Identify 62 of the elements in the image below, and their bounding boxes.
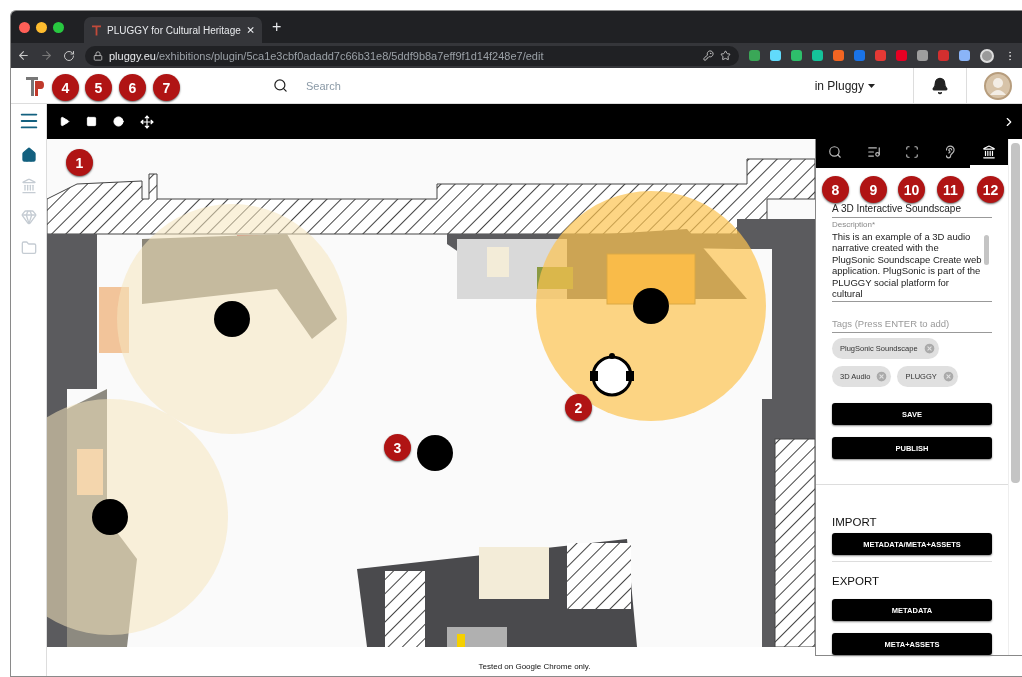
extension-icon[interactable] — [770, 50, 781, 61]
exhibit-table — [99, 287, 129, 354]
footer-note: Tested on Google Chrome only. — [477, 660, 592, 673]
browser-tab[interactable]: PLUGGY for Cultural Heritage — [84, 17, 262, 43]
section-heading: IMPORT — [832, 516, 878, 529]
description-field[interactable]: This is an example of a 3D audio narrative created with the PlugSonic Soundscape Create web application. PlugSonic is part of the PLUGGY social platform for cultural — [832, 230, 982, 300]
close-icon[interactable] — [246, 26, 254, 34]
extension-icon[interactable] — [812, 50, 823, 61]
forward-icon[interactable] — [40, 49, 53, 62]
extension-icon[interactable] — [917, 50, 928, 61]
stop-button[interactable] — [86, 116, 97, 128]
notifications-button[interactable] — [913, 67, 967, 104]
sound-source[interactable] — [214, 301, 250, 338]
sound-source[interactable] — [633, 288, 669, 325]
callout-badge: 9 — [860, 176, 887, 203]
site-logo-icon — [92, 24, 101, 36]
star-icon[interactable] — [720, 50, 731, 61]
field-label: Description* — [832, 219, 877, 229]
scrollbar[interactable] — [1011, 143, 1020, 484]
search-icon — [828, 145, 843, 160]
extension-icon[interactable] — [959, 50, 970, 61]
callout-badge: 8 — [822, 176, 849, 203]
museum-icon — [981, 145, 996, 160]
section-heading: EXPORT — [832, 575, 881, 588]
bell-icon — [931, 76, 949, 95]
ear-icon — [943, 145, 958, 160]
home-nav-item[interactable] — [20, 147, 37, 163]
extension-icon[interactable] — [854, 50, 865, 61]
key-icon[interactable] — [703, 50, 714, 61]
caret-icon — [868, 83, 875, 88]
playlist-icon — [866, 145, 881, 160]
scrollbar[interactable] — [984, 234, 989, 265]
frame-icon — [905, 145, 919, 160]
callout-badge: 12 — [977, 176, 1004, 203]
extension-icon[interactable] — [896, 50, 907, 61]
reload-icon[interactable] — [63, 49, 75, 62]
search-icon[interactable] — [273, 78, 288, 93]
move-button[interactable] — [140, 114, 154, 129]
callout-badge: 10 — [898, 176, 925, 203]
extension-icon[interactable] — [791, 50, 802, 61]
sound-source[interactable] — [92, 499, 128, 536]
callout-badge: 11 — [937, 176, 964, 203]
back-icon[interactable] — [17, 49, 30, 62]
close-window-button[interactable] — [19, 21, 30, 33]
extension-icon[interactable] — [749, 50, 760, 61]
scope-dropdown[interactable]: in Pluggy — [808, 77, 881, 94]
record-button[interactable] — [113, 116, 124, 128]
lock-icon — [93, 50, 103, 61]
play-button[interactable] — [59, 116, 70, 128]
sound-source[interactable] — [417, 435, 453, 472]
listener-icon[interactable] — [590, 353, 634, 397]
exhibit-table — [77, 449, 103, 496]
address-bar[interactable]: pluggy.eu/exhibitions/plugin/5ca1e3cbf0adadd7c66b31e8/5ddf9b8a7eff9f1d14f248e7/edit — [85, 45, 739, 66]
maximize-window-button[interactable] — [53, 21, 64, 33]
new-tab-button[interactable]: + — [272, 18, 282, 36]
avatar[interactable] — [984, 71, 1012, 100]
extension-icon[interactable] — [875, 50, 886, 61]
minimize-window-button[interactable] — [36, 21, 47, 33]
tags-field[interactable]: Tags (Press ENTER to add) — [832, 318, 992, 334]
logo-icon[interactable] — [25, 74, 45, 97]
profile-icon[interactable] — [980, 48, 994, 63]
extension-icon[interactable] — [833, 50, 844, 61]
